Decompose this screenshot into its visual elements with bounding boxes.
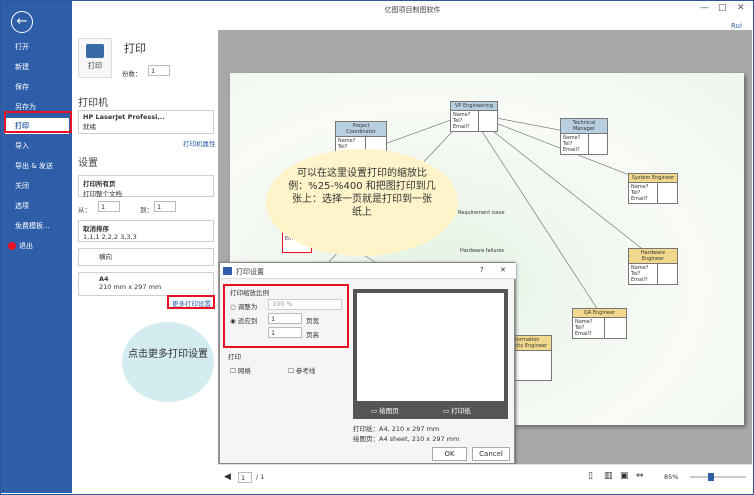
minimize-button[interactable]: — — [700, 3, 709, 13]
to-label: 到： — [140, 206, 153, 214]
ok-button[interactable]: OK — [432, 447, 467, 461]
zoom-slider[interactable] — [690, 476, 746, 478]
collate-sub: 1,1,1 2,2,2 3,3,3 — [83, 233, 137, 241]
dialog-title-bar: 打印设置 ? ✕ — [220, 263, 516, 279]
file-sidebar: ← 打开 新建 保存 另存为 打印 导入 导出 & 发送 关闭 选项 免费模板.… — [1, 1, 72, 493]
collate-select[interactable]: 取消排序 1,1,1 2,2,2 3,3,3 — [78, 220, 214, 242]
zoom-level: 85% — [664, 473, 679, 481]
collate-title: 取消排序 — [83, 225, 109, 233]
cancel-button[interactable]: Cancel — [472, 447, 510, 461]
sidebar-item-import[interactable]: 导入 — [5, 138, 69, 154]
printer-properties-link[interactable]: 打印机属性 — [183, 138, 216, 148]
close-button[interactable]: ✕ — [737, 3, 745, 13]
print-range-title: 打印所有页 — [83, 180, 116, 188]
preview-sheet — [357, 293, 504, 401]
page-total: / 1 — [256, 473, 265, 481]
sidebar-item-templates[interactable]: 免费模板... — [5, 218, 69, 234]
legend-paper: ▭ 打印纸 — [443, 407, 471, 415]
node-technical-manager: Technical Manager Name? Tel? Email? — [560, 118, 608, 155]
prev-page-icon[interactable]: ◀ — [224, 472, 231, 482]
view-fit-icon[interactable]: ▣ — [620, 471, 629, 481]
paper-name: A4 — [99, 275, 109, 283]
back-icon[interactable]: ← — [11, 11, 33, 33]
dialog-title: 打印设置 — [236, 268, 264, 276]
legend-page: ▭ 绘图页 — [371, 407, 399, 415]
label-hardware-failures: Hardware failures — [460, 248, 505, 254]
printer-icon — [86, 44, 104, 58]
sidebar-item-exit[interactable]: 退出 — [5, 238, 69, 254]
guides-checkbox[interactable]: ☐ 参考线 — [288, 365, 315, 375]
app-icon — [223, 267, 232, 275]
node-qa-engineer: QA Engineer Name? Tel? Email? — [572, 308, 627, 339]
zoom-handle[interactable] — [708, 473, 714, 481]
sidebar-item-export[interactable]: 导出 & 发送 — [5, 158, 69, 174]
print-section-label: 打印 — [228, 353, 241, 361]
view-two-page-icon[interactable]: ▥ — [604, 471, 613, 481]
maximize-button[interactable]: □ — [718, 3, 727, 13]
sidebar-item-save[interactable]: 保存 — [5, 79, 69, 95]
sidebar-item-exit-label: 退出 — [19, 242, 33, 250]
printer-heading: 打印机 — [78, 98, 108, 109]
callout-scale-tip: 可以在这里设置打印的缩放比例：%25-%400 和把图打印到几张上：选择一页就是… — [272, 155, 452, 250]
sidebar-item-options[interactable]: 选项 — [5, 198, 69, 214]
node-project-coordinator: Project Coordinator Name? Tel? — [335, 121, 387, 152]
highlight-scale-options — [223, 284, 349, 348]
user-name[interactable]: Rui — [731, 22, 742, 30]
page-info: 绘图页：A4 sheet, 210 x 297 mm — [353, 435, 460, 443]
from-label: 从： — [78, 206, 91, 214]
node-hardware-engineer: Hardware Engineer Name? Tel? Email? — [628, 248, 678, 285]
paper-info: 打印纸：A4, 210 x 297 mm — [353, 425, 440, 433]
view-width-icon[interactable]: ⇔ — [636, 471, 644, 481]
exit-icon — [8, 242, 16, 250]
orientation-value: 横向 — [99, 253, 112, 261]
print-range-select[interactable]: 打印所有页 打印整个文档 — [78, 175, 214, 198]
status-bar: ◀ 1 / 1 ▯ ▥ ▣ ⇔ 85% — [218, 464, 752, 494]
node-vp-engineering: VP Engineering Name? Tel? Email? — [450, 101, 498, 132]
help-icon[interactable]: ? — [480, 266, 484, 274]
page-number-input[interactable]: 1 — [238, 472, 252, 483]
orientation-select[interactable]: 横向 — [78, 248, 214, 266]
printer-status: 就绪 — [83, 123, 96, 131]
from-input[interactable]: 1 — [98, 201, 120, 212]
highlight-more-link — [167, 295, 215, 309]
sidebar-item-close[interactable]: 关闭 — [5, 178, 69, 194]
sidebar-item-open[interactable]: 打开 — [5, 39, 69, 55]
copies-label: 份数： — [122, 70, 142, 78]
print-button[interactable]: 打印 — [78, 38, 112, 78]
printer-select[interactable]: HP LaserJet Professi... 就绪 — [78, 110, 214, 134]
window-title: 亿图项目制图软件 — [384, 6, 441, 14]
copies-input[interactable]: 1 — [148, 65, 170, 76]
scale-preview: ▭ 绘图页 ▭ 打印纸 — [353, 289, 508, 419]
settings-heading: 设置 — [78, 158, 98, 169]
print-range-sub: 打印整个文档 — [83, 190, 122, 198]
to-input[interactable]: 1 — [154, 201, 176, 212]
print-button-label: 打印 — [88, 62, 102, 70]
view-page-icon[interactable]: ▯ — [588, 471, 593, 481]
node-system-engineer: System Engineer Name? Tel? Email? — [628, 173, 678, 204]
grid-checkbox[interactable]: ☐ 网格 — [230, 365, 251, 375]
dialog-close-icon[interactable]: ✕ — [500, 266, 506, 274]
print-heading: 打印 — [124, 42, 146, 55]
sidebar-item-new[interactable]: 新建 — [5, 59, 69, 75]
print-settings-panel: 打印 打印 份数： 1 打印机 HP LaserJet Professi... … — [72, 30, 218, 494]
paper-select[interactable]: A4 210 mm x 297 mm — [78, 272, 214, 296]
label-requirement-issue: Requirement issue — [458, 210, 505, 216]
highlight-print-item — [4, 111, 72, 133]
printer-name: HP LaserJet Professi... — [83, 113, 165, 121]
callout-more-settings: 点击更多打印设置 — [122, 322, 214, 402]
paper-size: 210 mm x 297 mm — [99, 283, 162, 291]
